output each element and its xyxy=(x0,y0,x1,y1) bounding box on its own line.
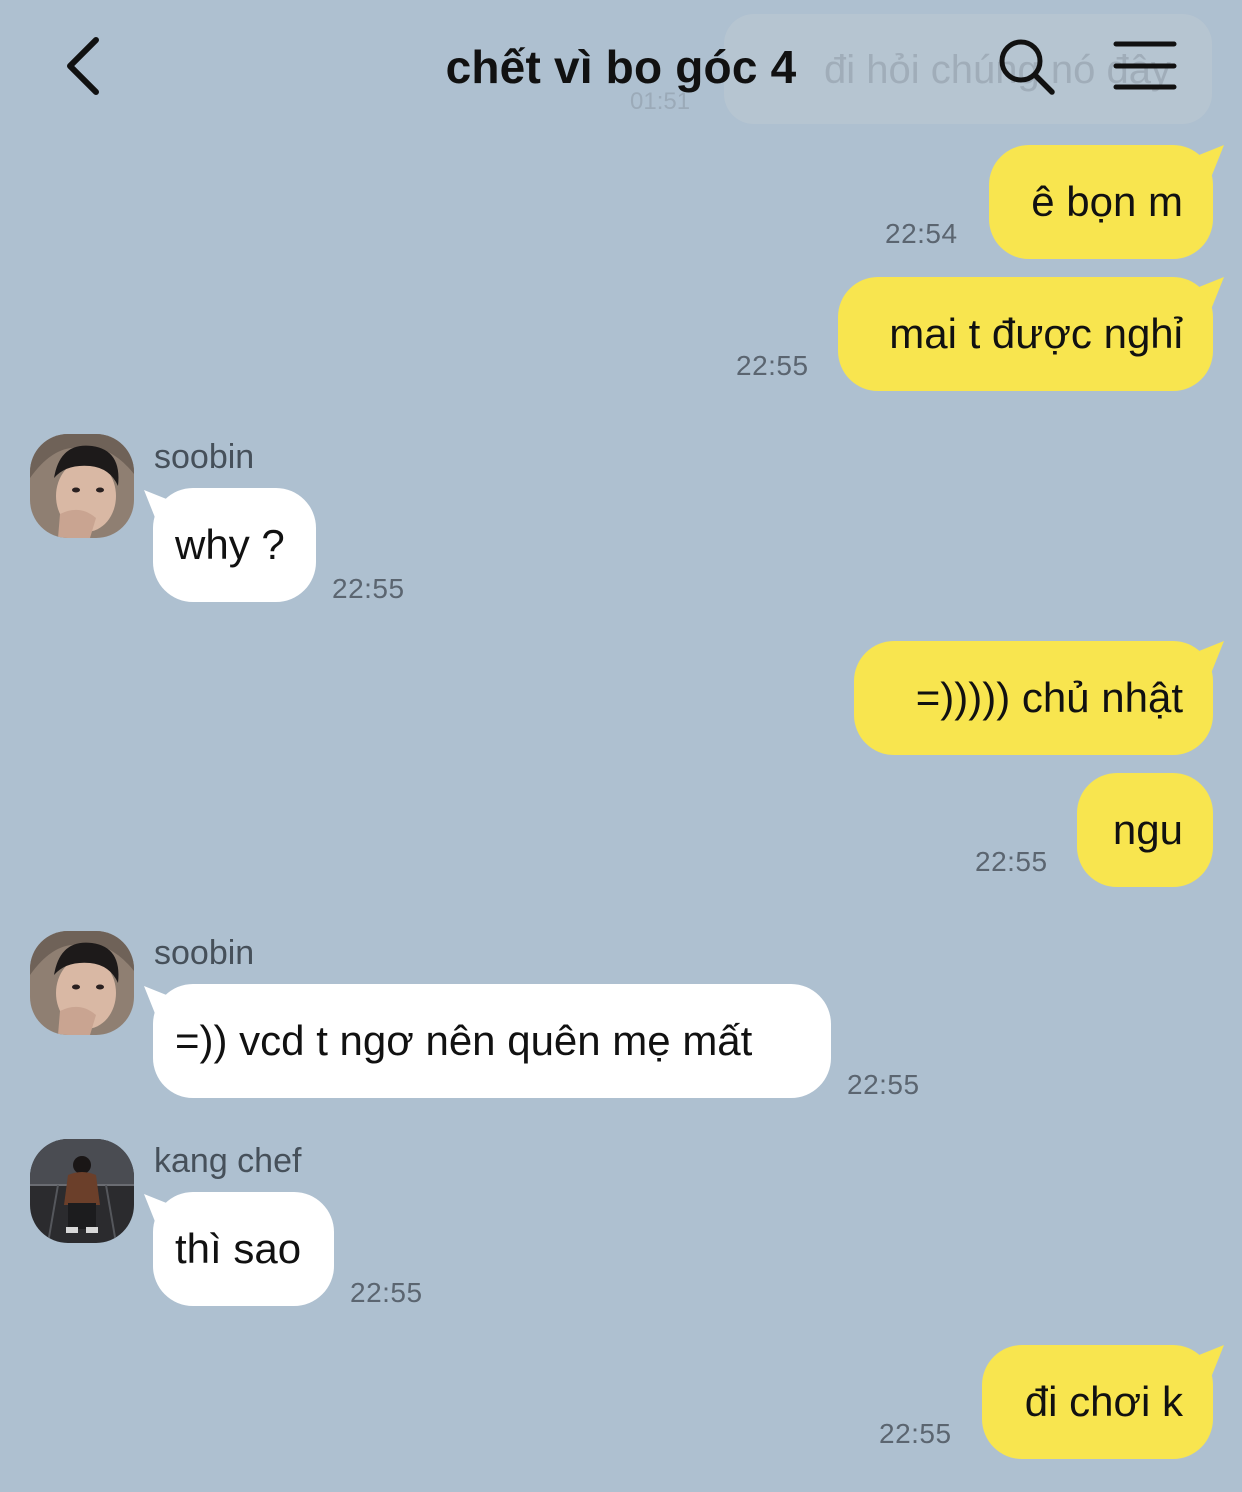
chat-header: đi hỏi chúng nó đây 01:51 chết vì bo góc… xyxy=(0,0,1242,135)
avatar[interactable] xyxy=(30,1139,134,1243)
my-message-bubble[interactable]: mai t được nghỉ xyxy=(838,277,1213,391)
avatar-soobin-image xyxy=(30,434,134,538)
sender-name: soobin xyxy=(154,934,255,972)
my-message-bubble[interactable]: đi chơi k xyxy=(982,1345,1213,1459)
message-time: 22:54 xyxy=(885,218,958,249)
their-message-bubble[interactable]: thì sao xyxy=(153,1192,334,1306)
message-time: 22:55 xyxy=(975,846,1048,877)
message-text: đi chơi k xyxy=(1024,1378,1183,1425)
avatar-kang-chef-image xyxy=(30,1139,134,1243)
avatar[interactable] xyxy=(30,434,134,538)
message-text: mai t được nghỉ xyxy=(889,310,1183,357)
search-icon xyxy=(999,39,1055,95)
their-message-bubble[interactable]: why ? xyxy=(153,488,316,602)
message-text: ngu xyxy=(1112,806,1183,853)
menu-icon xyxy=(1113,41,1177,90)
message-time: 22:55 xyxy=(879,1418,952,1449)
sender-name: kang chef xyxy=(154,1142,302,1180)
menu-button[interactable] xyxy=(1112,40,1178,92)
avatar[interactable] xyxy=(30,931,134,1035)
message-text: =))))) chủ nhật xyxy=(915,674,1183,721)
sender-name: soobin xyxy=(154,438,255,476)
search-button[interactable] xyxy=(996,36,1058,98)
message-time: 22:55 xyxy=(736,350,809,381)
message-text: =)) vcd t ngơ nên quên mẹ mất xyxy=(175,1017,753,1064)
my-message-bubble[interactable]: ngu xyxy=(1077,773,1213,887)
message-text: thì sao xyxy=(175,1225,302,1272)
message-time: 22:55 xyxy=(350,1277,423,1308)
message-text: ê bọn m xyxy=(1031,178,1183,225)
message-time: 22:55 xyxy=(332,573,405,604)
my-message-bubble[interactable]: ê bọn m xyxy=(989,145,1213,259)
message-time: 22:55 xyxy=(847,1069,920,1100)
message-text: why ? xyxy=(175,521,285,568)
their-message-bubble[interactable]: =)) vcd t ngơ nên quên mẹ mất xyxy=(153,984,831,1098)
my-message-bubble[interactable]: =))))) chủ nhật xyxy=(854,641,1213,755)
avatar-soobin-image xyxy=(30,931,134,1035)
